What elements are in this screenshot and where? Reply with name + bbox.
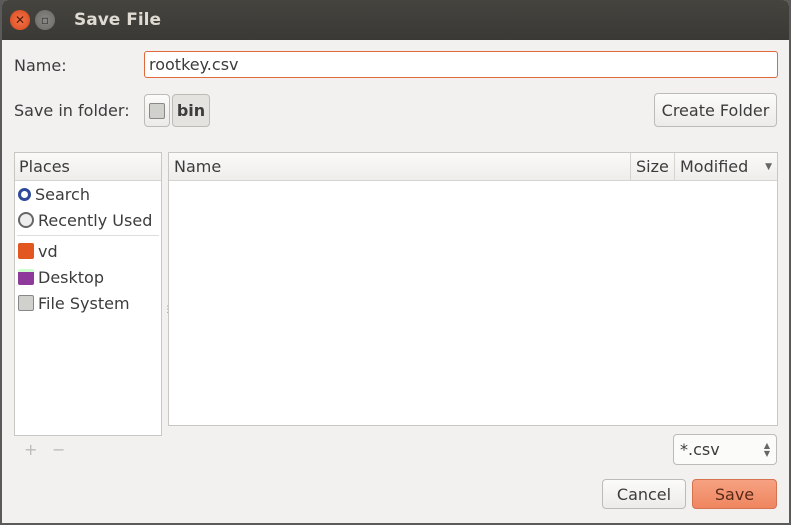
search-icon <box>18 187 31 201</box>
cancel-label: Cancel <box>616 484 672 504</box>
place-label: Recently Used <box>38 210 153 230</box>
close-button[interactable]: ✕ <box>10 10 30 30</box>
place-label: Search <box>35 184 90 204</box>
column-modified-label: Modified <box>680 157 749 176</box>
places-header: Places <box>15 153 161 181</box>
cancel-button[interactable]: Cancel <box>602 479 686 509</box>
name-input[interactable]: rootkey.csv <box>144 51 778 78</box>
name-label: Name: <box>14 56 67 75</box>
clock-icon <box>18 212 34 228</box>
place-desktop[interactable]: Desktop <box>15 264 161 290</box>
places-separator <box>17 235 159 236</box>
column-size[interactable]: Size <box>631 153 675 180</box>
remove-bookmark-button[interactable]: − <box>52 440 65 459</box>
save-button[interactable]: Save <box>692 479 777 509</box>
save-in-folder-label: Save in folder: <box>14 101 130 120</box>
spin-arrows-icon: ▲ ▼ <box>763 440 770 458</box>
home-folder-icon <box>18 243 34 259</box>
add-bookmark-button[interactable]: + <box>24 440 37 459</box>
drive-icon <box>18 295 34 311</box>
column-modified[interactable]: Modified ▼ <box>675 153 777 180</box>
desktop-icon <box>18 269 34 285</box>
place-label: vd <box>38 241 58 261</box>
place-recently-used[interactable]: Recently Used <box>15 207 161 233</box>
place-search[interactable]: Search <box>15 181 161 207</box>
create-folder-button[interactable]: Create Folder <box>654 93 777 127</box>
drive-icon <box>149 102 165 119</box>
window-title: Save File <box>74 10 162 30</box>
place-file-system[interactable]: File System <box>15 290 161 316</box>
create-folder-label: Create Folder <box>661 100 770 120</box>
file-list: Name Size Modified ▼ <box>168 152 778 426</box>
title-bar: ✕ ▫ Save File <box>2 0 789 40</box>
sort-descending-icon: ▼ <box>765 161 772 172</box>
path-bin-button[interactable]: bin <box>172 94 210 127</box>
file-type-filter[interactable]: *.csv ▲ ▼ <box>673 434 777 465</box>
place-label: Desktop <box>38 267 104 287</box>
maximize-button[interactable]: ▫ <box>35 10 55 30</box>
file-list-header: Name Size Modified ▼ <box>169 153 777 181</box>
save-label: Save <box>714 484 755 504</box>
places-sidebar: Places Search Recently Used vd Desktop F… <box>14 152 162 436</box>
path-bin-label: bin <box>176 101 206 120</box>
root-path-button[interactable] <box>144 94 170 127</box>
save-file-dialog: ✕ ▫ Save File Name: rootkey.csv Save in … <box>2 0 789 523</box>
place-label: File System <box>38 293 130 313</box>
column-name[interactable]: Name <box>169 153 631 180</box>
name-value: rootkey.csv <box>149 55 239 74</box>
place-vd[interactable]: vd <box>15 238 161 264</box>
filter-value: *.csv <box>680 440 720 459</box>
